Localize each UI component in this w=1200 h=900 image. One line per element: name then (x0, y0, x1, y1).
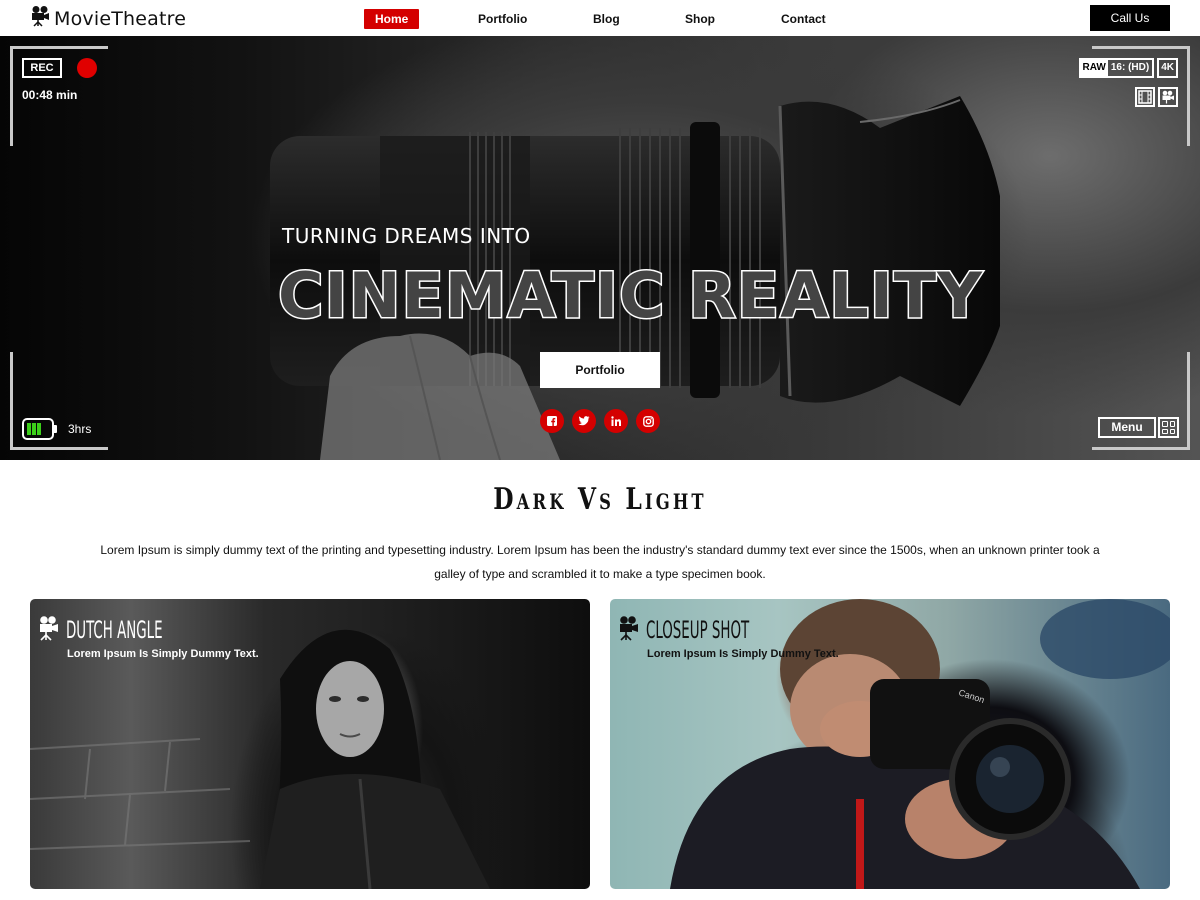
card-description: Lorem Ipsum Is Simply Dummy Text. (67, 648, 259, 660)
film-strip-icon (1135, 87, 1155, 107)
instagram-icon[interactable] (636, 409, 660, 433)
card-title: CLOSEUP SHOT (646, 616, 750, 644)
site-header: MovieTheatre Home Portfolio Blog Shop Co… (0, 0, 1200, 36)
hero-portfolio-button[interactable]: Portfolio (540, 352, 660, 388)
card-title: DUTCH ANGLE (66, 616, 163, 644)
rec-label: REC (22, 58, 62, 78)
nav-blog[interactable]: Blog (593, 9, 620, 29)
hero-banner: REC 00:48 min RAW 16: (HD) 4K 3hrs TURNI… (0, 36, 1200, 460)
card-header: CLOSEUP SHOT (618, 615, 812, 646)
camera-lens-image (270, 96, 1000, 460)
nav-portfolio[interactable]: Portfolio (478, 9, 527, 29)
linkedin-icon[interactable] (604, 409, 628, 433)
nav-contact[interactable]: Contact (781, 9, 826, 29)
hero-subtitle: TURNING DREAMS INTO (282, 224, 531, 248)
card-header: DUTCH ANGLE (38, 615, 222, 646)
section-text: Lorem Ipsum is simply dummy text of the … (100, 543, 1100, 581)
camera-mode-icons (1135, 87, 1178, 107)
call-us-button[interactable]: Call Us (1090, 5, 1170, 31)
movie-camera-icon (38, 615, 60, 646)
card-closeup-shot[interactable]: Canon CLOSEUP SHOT Lorem Ipsum Is Simply… (610, 599, 1170, 889)
section-title: Dark Vs Light (493, 482, 707, 517)
nav-home[interactable]: Home (364, 9, 420, 29)
grid-icon[interactable] (1158, 417, 1179, 438)
battery-icon (22, 418, 58, 445)
format-indicator: RAW 16: (HD) 4K (1078, 58, 1178, 78)
battery-text: 3hrs (68, 422, 92, 436)
social-links (540, 409, 660, 433)
twitter-icon[interactable] (572, 409, 596, 433)
main-nav: Home Portfolio Blog Shop Contact (0, 9, 1200, 29)
card-description: Lorem Ipsum Is Simply Dummy Text. (647, 648, 839, 660)
facebook-icon[interactable] (540, 409, 564, 433)
format-raw: RAW (1080, 60, 1108, 76)
format-resolution: 4K (1157, 58, 1178, 78)
menu-button[interactable]: Menu (1098, 417, 1156, 438)
rec-time: 00:48 min (22, 88, 78, 102)
format-ratio: 16: (HD) (1110, 62, 1150, 73)
movie-camera-icon (1158, 87, 1178, 107)
nav-shop[interactable]: Shop (685, 9, 715, 29)
record-dot-icon (77, 58, 97, 78)
hero-title: CINEMATIC REALITY (277, 258, 984, 334)
movie-camera-icon (618, 615, 640, 646)
card-dutch-angle[interactable]: DUTCH ANGLE Lorem Ipsum Is Simply Dummy … (30, 599, 590, 889)
